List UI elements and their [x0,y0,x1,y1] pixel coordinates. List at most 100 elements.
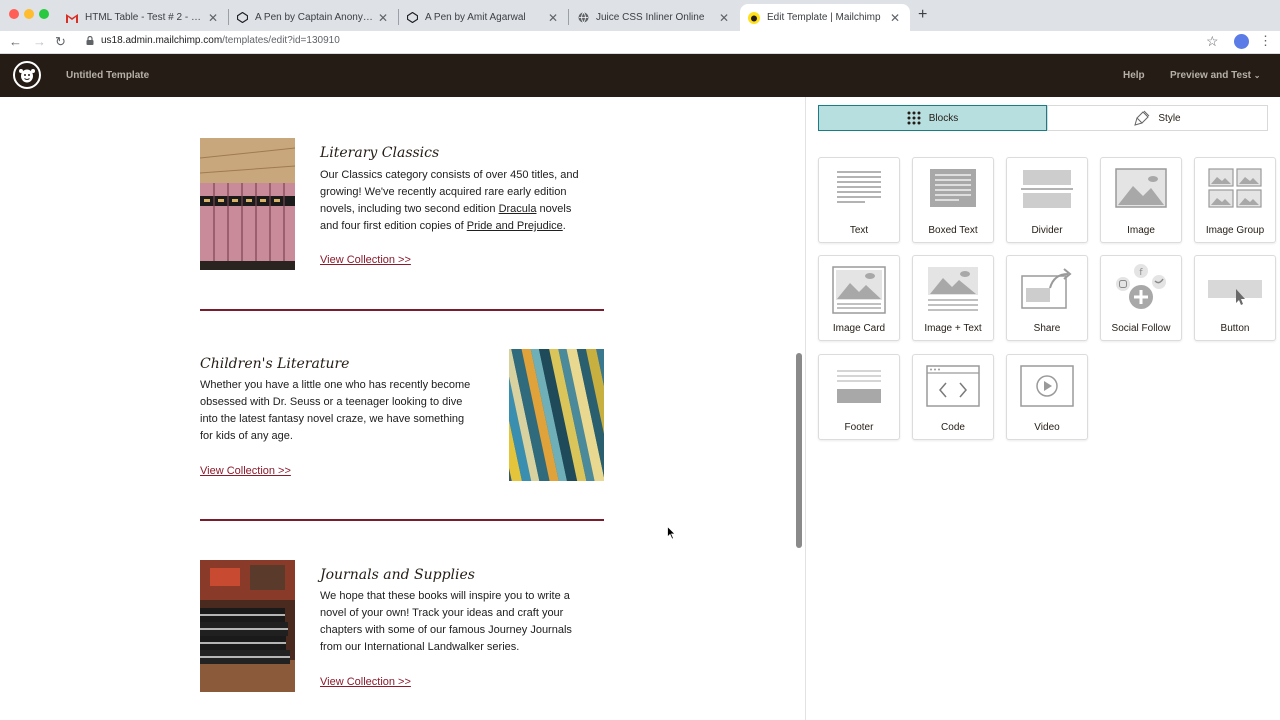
block-footer[interactable]: Footer [818,354,900,440]
maximize-window-button[interactable] [39,9,49,19]
block-image-text[interactable]: Image + Text [912,255,994,341]
tab-separator [228,9,229,25]
block-label: Image Group [1205,225,1265,236]
block-image[interactable]: Image [1100,157,1182,243]
browser-tab-bar: HTML Table - Test # 2 - angul ✕ A Pen by… [0,0,1280,31]
menu-kebab-icon[interactable]: ⋮ [1259,33,1272,49]
body-line: Our Classics category consists of over 4… [320,169,579,181]
section-body[interactable]: We hope that these books will inspire yo… [320,588,605,656]
reload-icon[interactable]: ↻ [55,34,66,50]
boxed-text-block-icon [930,169,976,207]
browser-tab-2[interactable]: A Pen by Captain Anonymous ✕ [230,4,396,31]
browser-tab-4[interactable]: Juice CSS Inliner Online ✕ [571,4,737,31]
block-image-group[interactable]: Image Group [1194,157,1276,243]
tab-style[interactable]: Style [1047,105,1268,131]
back-icon[interactable]: ← [9,34,22,49]
social-follow-block-icon: f [1116,264,1166,309]
close-tab-icon[interactable]: ✕ [376,11,390,25]
block-text[interactable]: Text [818,157,900,243]
help-link[interactable]: Help [1123,70,1145,81]
globe-icon [577,12,589,24]
body-line: growing! We've recently acquired rare ea… [320,186,567,198]
browser-tab-1[interactable]: HTML Table - Test # 2 - angul ✕ [60,4,226,31]
section-body[interactable]: Our Classics category consists of over 4… [320,167,605,235]
section-heading[interactable]: Children's Literature [200,356,349,372]
tab-separator [398,9,399,25]
block-label: Footer [844,422,874,433]
template-title[interactable]: Untitled Template [66,70,149,81]
section-heading[interactable]: Journals and Supplies [320,567,475,583]
section-body[interactable]: Whether you have a little one who has re… [200,377,500,445]
view-collection-link[interactable]: View Collection >> [200,465,291,477]
share-block-icon [1021,268,1072,309]
preview-and-test-button[interactable]: Preview and Test ⌄ [1170,70,1260,81]
view-collection-link[interactable]: View Collection >> [320,254,411,266]
preview-label: Preview and Test [1170,70,1251,81]
body-line: Whether you have a little one who has re… [200,379,471,391]
block-code[interactable]: Code [912,354,994,440]
block-divider[interactable]: Divider [1006,157,1088,243]
browser-tab-5-active[interactable]: Edit Template | Mailchimp ✕ [740,4,910,31]
tab-title: HTML Table - Test # 2 - angul [85,12,206,23]
close-tab-icon[interactable]: ✕ [206,11,220,25]
image-card-block-icon [832,266,886,314]
block-label: Image [1127,225,1155,236]
button-block-icon [1208,280,1262,305]
body-line: and four first edition copies of Pride a… [320,218,605,235]
content-blocks-panel: Blocks Style Text Boxed Text Divider Ima… [805,97,1280,720]
app-header: Untitled Template Help Preview and Test … [0,54,1280,97]
block-label: Divider [1031,225,1063,236]
block-label: Boxed Text [928,225,978,236]
profile-avatar[interactable] [1234,34,1249,49]
bookmark-star-icon[interactable]: ☆ [1206,33,1219,50]
close-tab-icon[interactable]: ✕ [717,11,731,25]
view-collection-link[interactable]: View Collection >> [320,676,411,688]
section-heading[interactable]: Literary Classics [320,145,439,161]
url-field[interactable]: us18.admin.mailchimp.com/templates/edit?… [101,35,340,46]
body-text: and four first edition copies of [320,220,467,232]
block-label: Image + Text [924,323,982,334]
forward-icon[interactable]: → [33,34,46,49]
text-block-icon [837,171,881,203]
block-boxed-text[interactable]: Boxed Text [912,157,994,243]
tab-blocks[interactable]: Blocks [818,105,1047,131]
body-line: chapters with some of our famous Journey… [320,624,572,636]
block-label: Button [1220,323,1250,334]
close-tab-icon[interactable]: ✕ [888,11,902,25]
tab-title: A Pen by Captain Anonymous [255,12,376,23]
childrens-books-picture [509,349,604,481]
divider-block-icon [1021,170,1073,208]
childrens-books-image[interactable] [509,349,604,481]
block-social-follow[interactable]: f Social Follow [1100,255,1182,341]
section-divider[interactable] [200,519,604,521]
minimize-window-button[interactable] [24,9,34,19]
chevron-down-icon: ⌄ [1253,71,1261,80]
block-image-card[interactable]: Image Card [818,255,900,341]
mailchimp-logo[interactable] [13,61,41,89]
block-video[interactable]: Video [1006,354,1088,440]
image-text-block-icon [928,267,978,311]
block-share[interactable]: Share [1006,255,1088,341]
browser-tab-3[interactable]: A Pen by Amit Agarwal ✕ [400,4,566,31]
body-line: for kids of any age. [200,430,293,442]
canvas-scrollbar[interactable] [796,353,802,548]
body-line: We hope that these books will inspire yo… [320,590,570,602]
dracula-link[interactable]: Dracula [499,203,537,215]
footer-block-icon [837,370,881,403]
block-label: Image Card [832,323,886,334]
email-canvas: Literary Classics Our Classics category … [0,97,805,720]
body-line: novel of your own! Track your ideas and … [320,607,564,619]
pride-and-prejudice-link[interactable]: Pride and Prejudice [467,220,563,232]
section-divider[interactable] [200,309,604,311]
close-window-button[interactable] [9,9,19,19]
tab-separator [568,9,569,25]
classics-books-image[interactable] [200,138,295,270]
close-tab-icon[interactable]: ✕ [546,11,560,25]
url-path: /templates/edit?id=130910 [222,35,340,46]
classics-books-picture [200,138,295,270]
journals-image[interactable] [200,560,295,692]
body-line: novels, including two second edition Dra… [320,201,605,218]
body-line: obsessed with Dr. Seuss or a teenager lo… [200,396,463,408]
new-tab-icon[interactable]: + [918,6,927,24]
block-button[interactable]: Button [1194,255,1276,341]
